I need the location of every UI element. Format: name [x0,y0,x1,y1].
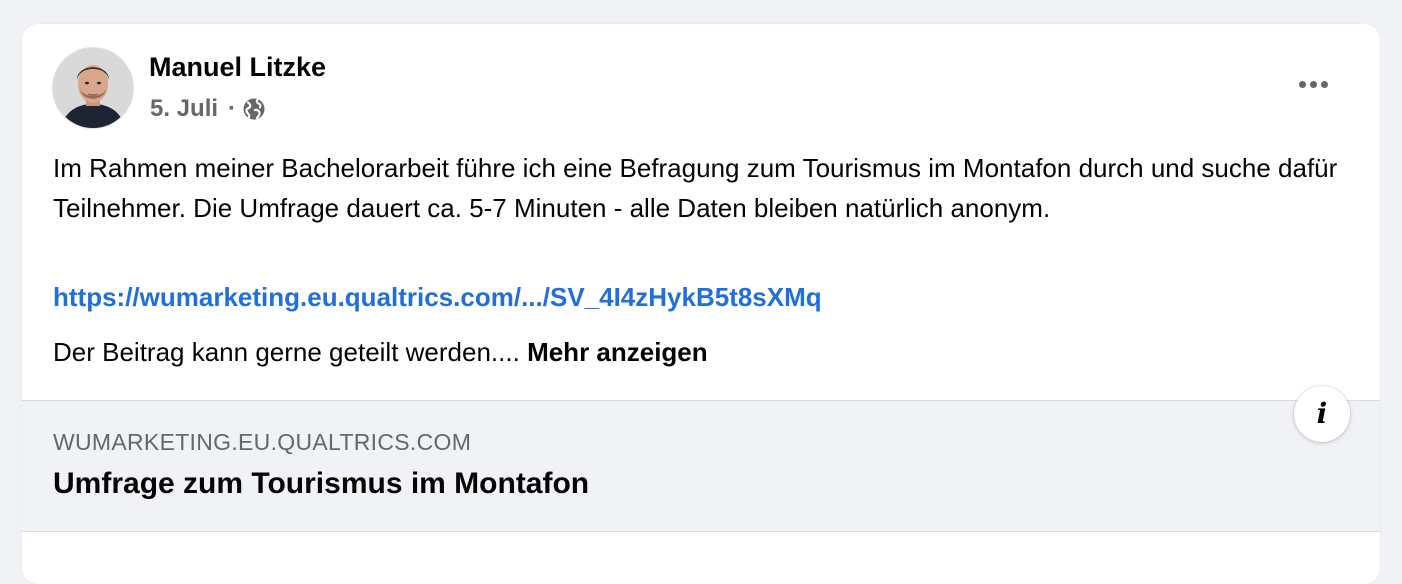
more-horizontal-icon [1298,80,1306,88]
post-meta: 5. Juli · [150,94,266,124]
preview-domain: WUMARKETING.EU.QUALTRICS.COM [53,429,472,455]
more-horizontal-icon-dot [1320,80,1328,88]
more-options-button[interactable] [1286,64,1340,104]
post-footer-text: Der Beitrag kann gerne geteilt werden...… [53,337,520,367]
info-button[interactable]: i [1294,386,1350,442]
author-name[interactable]: Manuel Litzke [149,52,326,83]
post-footer-line: Der Beitrag kann gerne geteilt werden...… [53,337,708,368]
more-horizontal-icon-dot [1309,80,1317,88]
info-icon: i [1316,397,1328,430]
post-date[interactable]: 5. Juli [150,95,218,123]
post-body-text: Im Rahmen meiner Bachelorarbeit führe ic… [53,153,1338,223]
globe-icon[interactable] [242,97,266,121]
preview-title[interactable]: Umfrage zum Tourismus im Montafon [53,467,589,501]
see-more-link[interactable]: Mehr anzeigen [527,337,708,367]
meta-separator: · [228,95,237,122]
link-preview[interactable]: WUMARKETING.EU.QUALTRICS.COM Umfrage zum… [22,400,1380,532]
author-avatar[interactable] [53,48,133,128]
post-card: Manuel Litzke 5. Juli · Im Rahmen meiner… [22,24,1380,584]
avatar-image [53,48,133,128]
post-link[interactable]: https://wumarketing.eu.qualtrics.com/...… [53,282,822,313]
